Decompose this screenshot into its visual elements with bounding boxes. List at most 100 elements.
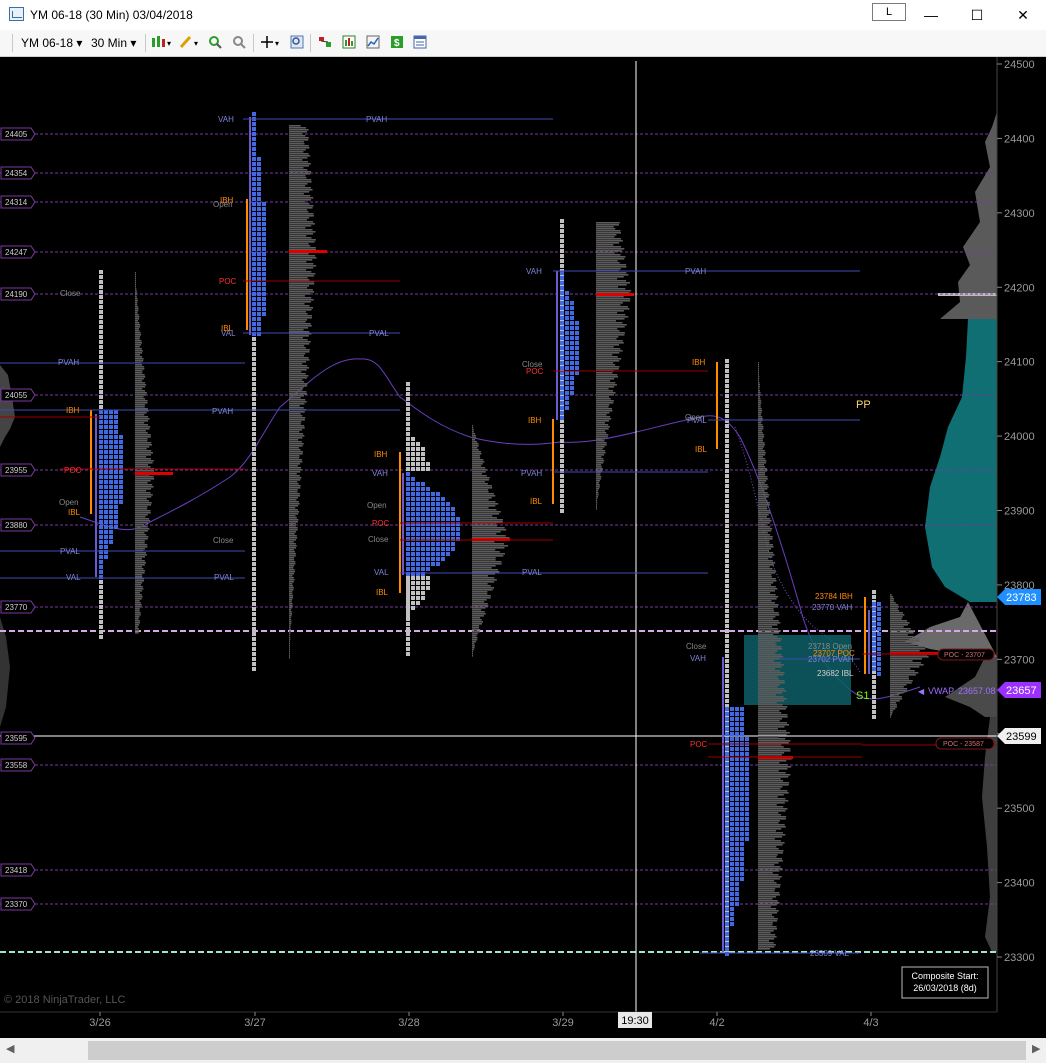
market-profile-chart[interactable]: VAH PVAH IBH Open POC IBL VAL PVAL Close…	[0, 57, 1046, 1038]
volume-bar	[135, 276, 136, 278]
plot-area[interactable]	[0, 57, 997, 1012]
tpo-block	[565, 401, 569, 405]
indicators-icon[interactable]	[342, 35, 356, 49]
volume-bar	[135, 364, 143, 366]
minimize-icon[interactable]: —	[908, 0, 954, 30]
tpo-block	[560, 371, 564, 375]
tpo-block	[426, 552, 430, 556]
tpo-block	[570, 351, 574, 355]
volume-bar	[758, 840, 781, 842]
strategies-icon[interactable]	[318, 35, 332, 49]
drawing-tools-icon[interactable]: ▾	[179, 35, 201, 49]
zoom-in-icon[interactable]	[208, 35, 222, 49]
close-icon[interactable]: ✕	[1000, 0, 1046, 30]
instrument-selector[interactable]: YM 06-18 ▾	[21, 36, 82, 50]
tpo-block	[725, 664, 729, 668]
volume-bar	[289, 277, 308, 279]
volume-bar	[758, 498, 766, 500]
horizontal-scrollbar[interactable]: ◀ ▶	[0, 1038, 1046, 1063]
volume-bar	[758, 656, 784, 658]
volume-bar	[596, 458, 604, 460]
tpo-block	[431, 562, 435, 566]
tpo-block	[560, 249, 564, 253]
tpo-block	[411, 452, 415, 456]
volume-bar	[596, 438, 605, 440]
price-axis[interactable]	[997, 57, 1046, 1012]
volume-bar	[289, 137, 309, 139]
volume-bar	[135, 438, 148, 440]
volume-bar	[758, 526, 771, 528]
tpo-block	[426, 497, 430, 501]
tpo-block	[262, 262, 266, 266]
initial-balance-bar	[246, 199, 248, 330]
tpo-block	[252, 532, 256, 536]
volume-bar	[289, 305, 310, 307]
volume-bar	[289, 217, 310, 219]
pivot-pp-label: PP	[856, 399, 871, 411]
volume-bar	[890, 650, 920, 652]
volume-bar	[596, 402, 614, 404]
pval-tag: PVAL	[687, 416, 707, 425]
volume-bar	[758, 846, 777, 848]
tpo-block	[730, 902, 734, 906]
ibh-tag: IBH	[66, 406, 80, 415]
toolbar-grip	[12, 34, 13, 52]
tpo-block	[560, 239, 564, 243]
magnifier-icon[interactable]	[290, 35, 304, 49]
volume-bar	[758, 770, 779, 772]
volume-bar	[758, 388, 760, 390]
tpo-block	[99, 530, 103, 534]
volume-bar	[135, 456, 147, 458]
tpo-block	[252, 272, 256, 276]
link-button[interactable]: L	[872, 3, 906, 21]
tpo-block	[740, 707, 744, 711]
tpo-block	[257, 327, 261, 331]
time-axis[interactable]	[0, 1012, 997, 1038]
volume-bar	[596, 244, 614, 246]
price-tick-label: 24000	[1004, 431, 1035, 443]
volume-bar	[472, 501, 496, 503]
tpo-block	[745, 752, 749, 756]
tpo-block	[104, 490, 108, 494]
tpo-block	[560, 224, 564, 228]
tpo-block	[575, 351, 579, 355]
volume-bar	[289, 545, 297, 547]
bar-style-icon[interactable]: ▾	[151, 35, 173, 49]
volume-bar	[758, 412, 762, 414]
volume-bar	[596, 482, 600, 484]
volume-bar	[135, 542, 145, 544]
volume-bar	[758, 834, 786, 836]
chart-trader-icon[interactable]	[366, 35, 380, 49]
volume-bar	[758, 642, 776, 644]
tpo-block	[740, 762, 744, 766]
dollar-icon[interactable]: $	[390, 35, 404, 49]
scroll-right-icon[interactable]: ▶	[1032, 1042, 1040, 1055]
volume-bar	[289, 559, 295, 561]
zoom-out-icon[interactable]	[232, 35, 246, 49]
volume-bar	[758, 646, 782, 648]
volume-bar	[135, 466, 151, 468]
tpo-block	[421, 552, 425, 556]
scrollbar-thumb[interactable]	[88, 1041, 1026, 1060]
interval-selector[interactable]: 30 Min ▾	[91, 36, 136, 50]
properties-icon[interactable]	[413, 35, 427, 49]
volume-bar	[758, 920, 778, 922]
crosshair-icon[interactable]: ▾	[260, 35, 282, 49]
volume-bar	[472, 613, 486, 615]
chart-panel[interactable]: VAH PVAH IBH Open POC IBL VAL PVAL Close…	[0, 57, 1046, 1038]
volume-bar	[596, 392, 616, 394]
tpo-block	[740, 782, 744, 786]
tpo-block	[421, 507, 425, 511]
scroll-left-icon[interactable]: ◀	[6, 1042, 14, 1055]
volume-bar	[890, 596, 894, 598]
tpo-block	[262, 292, 266, 296]
tpo-block	[104, 460, 108, 464]
maximize-icon[interactable]: ☐	[954, 0, 1000, 30]
volume-bar	[758, 816, 787, 818]
volume-bar	[472, 479, 489, 481]
tpo-block	[99, 540, 103, 544]
volume-bar	[596, 400, 614, 402]
tpo-block	[416, 567, 420, 571]
volume-bar	[596, 272, 627, 274]
volume-bar	[758, 870, 780, 872]
